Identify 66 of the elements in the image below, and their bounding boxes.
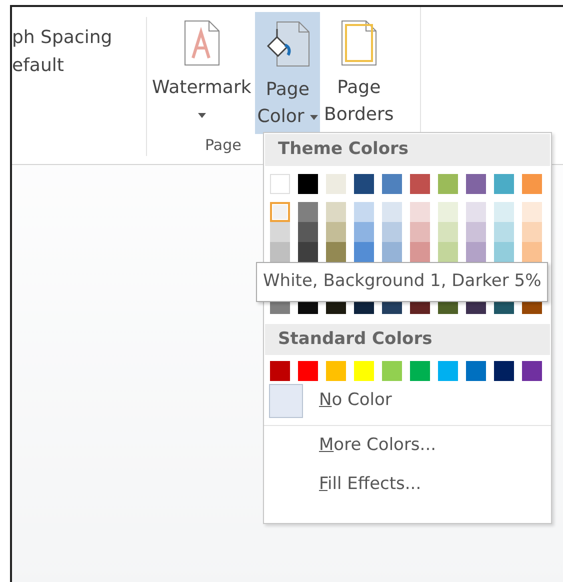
- color-swatch[interactable]: [298, 361, 318, 381]
- color-swatch[interactable]: [466, 361, 486, 381]
- color-swatch[interactable]: [298, 174, 318, 194]
- no-color-swatch: [269, 384, 303, 418]
- page-color-button[interactable]: Page Color: [255, 12, 320, 134]
- color-swatch[interactable]: [298, 242, 318, 262]
- color-swatch[interactable]: [354, 202, 374, 222]
- color-swatch[interactable]: [494, 361, 514, 381]
- color-swatch[interactable]: [298, 222, 318, 242]
- color-swatch[interactable]: [270, 242, 290, 262]
- color-swatch[interactable]: [466, 242, 486, 262]
- color-swatch[interactable]: [410, 174, 430, 194]
- paint-bucket-page-icon: [264, 20, 311, 68]
- section-header: Theme Colors: [265, 134, 550, 166]
- tooltip: White, Background 1, Darker 5%: [256, 262, 548, 302]
- color-swatch[interactable]: [410, 361, 430, 381]
- color-swatch[interactable]: [270, 361, 290, 381]
- color-swatch[interactable]: [466, 202, 486, 222]
- color-swatch[interactable]: [354, 174, 374, 194]
- color-swatch[interactable]: [494, 242, 514, 262]
- menu-item[interactable]: No Color: [319, 388, 392, 414]
- color-swatch[interactable]: [522, 222, 542, 242]
- ribbon-label[interactable]: ph Spacing: [12, 29, 112, 47]
- color-swatch[interactable]: [270, 174, 290, 194]
- color-swatch[interactable]: [438, 202, 458, 222]
- color-swatch[interactable]: [410, 242, 430, 262]
- color-swatch[interactable]: [438, 174, 458, 194]
- color-swatch[interactable]: [298, 202, 318, 222]
- menu-item[interactable]: Fill Effects...: [319, 472, 422, 498]
- color-swatch[interactable]: [410, 222, 430, 242]
- color-swatch[interactable]: [354, 361, 374, 381]
- color-swatch[interactable]: [466, 174, 486, 194]
- ribbon-label[interactable]: efault: [12, 57, 64, 75]
- color-swatch[interactable]: [382, 174, 402, 194]
- color-swatch[interactable]: [410, 202, 430, 222]
- page-borders-button[interactable]: Page Borders: [322, 12, 396, 134]
- section-header: Standard Colors: [265, 324, 550, 355]
- color-swatch[interactable]: [354, 222, 374, 242]
- color-swatch[interactable]: [382, 202, 402, 222]
- color-swatch[interactable]: [522, 242, 542, 262]
- color-swatch[interactable]: [382, 242, 402, 262]
- color-swatch[interactable]: [270, 222, 290, 242]
- color-swatch[interactable]: [326, 174, 346, 194]
- watermark-icon: [182, 20, 221, 66]
- color-swatch[interactable]: [494, 174, 514, 194]
- color-swatch[interactable]: [382, 361, 402, 381]
- color-swatch[interactable]: [354, 242, 374, 262]
- color-swatch[interactable]: [326, 202, 346, 222]
- color-swatch[interactable]: [494, 202, 514, 222]
- color-swatch[interactable]: [522, 202, 542, 222]
- color-swatch[interactable]: [466, 222, 486, 242]
- color-swatch[interactable]: [438, 361, 458, 381]
- color-swatch[interactable]: [522, 174, 542, 194]
- menu-item[interactable]: More Colors...: [319, 432, 436, 458]
- page-border-icon: [340, 20, 378, 66]
- color-swatch[interactable]: [326, 361, 346, 381]
- color-swatch[interactable]: [382, 222, 402, 242]
- color-swatch[interactable]: [326, 222, 346, 242]
- color-swatch[interactable]: [270, 202, 290, 222]
- color-swatch[interactable]: [438, 222, 458, 242]
- color-swatch[interactable]: [438, 242, 458, 262]
- watermark-button[interactable]: Watermark: [150, 12, 254, 134]
- color-swatch[interactable]: [494, 222, 514, 242]
- color-swatch[interactable]: [326, 242, 346, 262]
- color-swatch[interactable]: [522, 361, 542, 381]
- group-label: Page: [205, 134, 242, 156]
